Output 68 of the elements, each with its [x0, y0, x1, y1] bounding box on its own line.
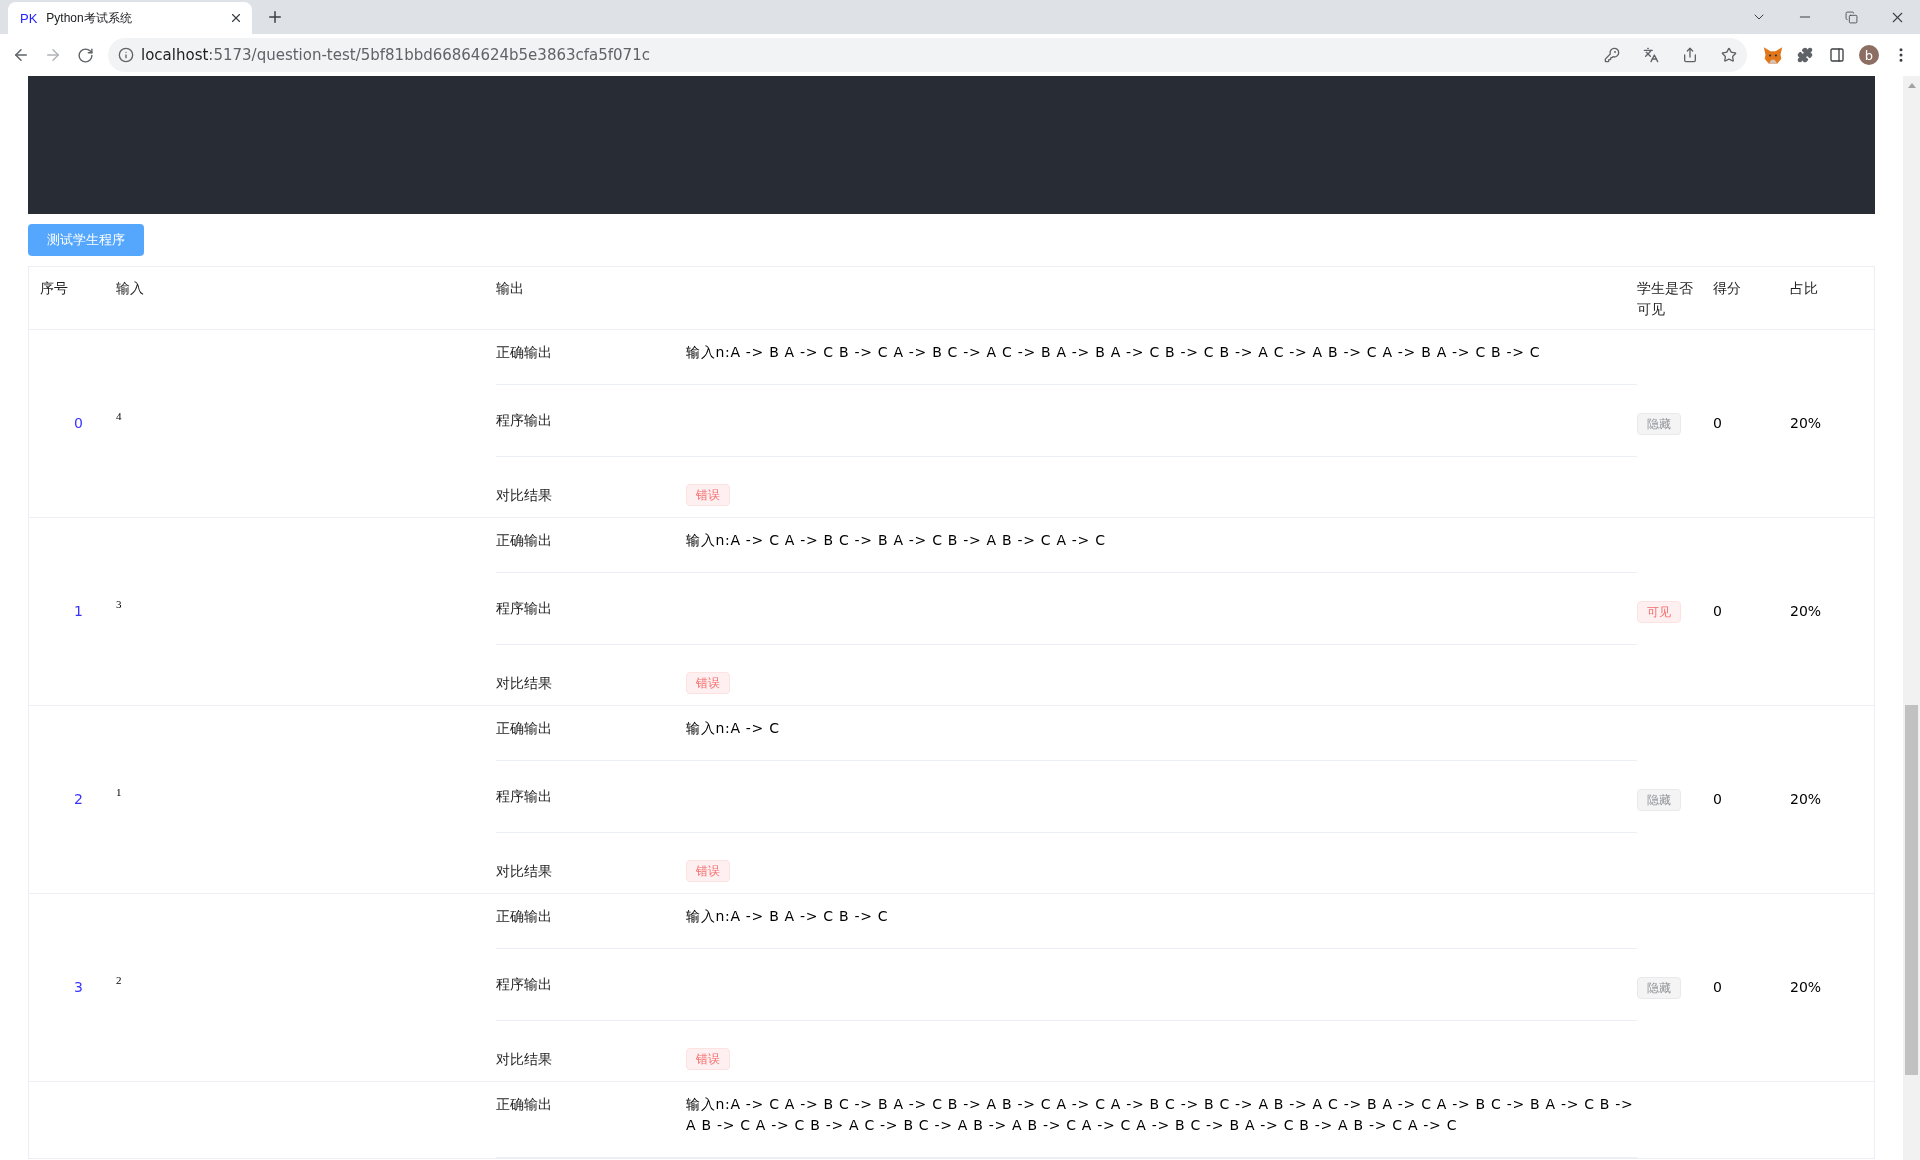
visibility-tag: 隐藏 — [1637, 788, 1681, 811]
column-header: 占比 — [1790, 280, 1818, 296]
address-bar[interactable]: localhost:5173/question-test/5bf81bbd66864624b5e3863cfa5f071c — [108, 38, 1747, 72]
fox-icon[interactable] — [1763, 45, 1783, 65]
column-header: 学生是否可见 — [1637, 280, 1693, 317]
input-value: 1 — [116, 785, 122, 798]
output-text: 输入n:A -> C A -> B C -> B A -> C B -> A B -> C A -> C A -> B C -> B C -> A B -> A C -> B A -> C A -> B C -> B A -> C B -> A B -> C A -> C B -> A C -> B C -> A B -> A B -> C A -> C A -> B C -> B A -> C B -> A B -> C A -> C — [686, 1095, 1635, 1135]
restore-icon[interactable] — [1844, 10, 1858, 24]
result-tag: 错误 — [686, 484, 730, 506]
new-tab-icon[interactable] — [266, 8, 284, 26]
score-value: 0 — [1713, 414, 1722, 433]
output-label: 程序输出 — [496, 787, 553, 806]
output-label: 对比结果 — [496, 673, 553, 693]
output-label: 正确输出 — [496, 907, 553, 926]
visibility-tag: 可见 — [1637, 600, 1681, 623]
profile-avatar[interactable]: b — [1859, 45, 1879, 65]
input-value: 3 — [116, 597, 122, 610]
score-value: 0 — [1713, 978, 1722, 997]
tab-favicon: PK — [20, 10, 38, 26]
share-value: 20% — [1790, 414, 1822, 433]
column-header: 序号 — [40, 280, 68, 296]
output-label: 程序输出 — [496, 599, 553, 618]
reload-icon[interactable] — [76, 46, 94, 64]
column-header: 输入 — [116, 280, 144, 296]
input-value: 4 — [116, 409, 122, 422]
result-tag: 错误 — [686, 860, 730, 882]
row-index: 3 — [73, 978, 84, 997]
output-label: 正确输出 — [496, 719, 553, 738]
result-tag: 错误 — [686, 672, 730, 694]
share-icon[interactable] — [1682, 47, 1698, 63]
output-label: 对比结果 — [496, 861, 553, 881]
row-index: 0 — [73, 414, 84, 433]
output-label: 正确输出 — [496, 1095, 553, 1114]
visibility-tag: 隐藏 — [1637, 412, 1681, 435]
output-label: 对比结果 — [496, 485, 553, 505]
result-tag: 错误 — [686, 1048, 730, 1070]
output-text: 输入n:A -> B A -> C B -> C — [686, 907, 890, 926]
share-value: 20% — [1790, 978, 1822, 997]
key-icon[interactable] — [1604, 47, 1620, 63]
output-label: 对比结果 — [496, 1049, 553, 1069]
score-value: 0 — [1713, 790, 1722, 809]
row-index: 1 — [73, 602, 84, 621]
translate-icon[interactable] — [1643, 47, 1659, 63]
output-label: 程序输出 — [496, 975, 553, 994]
tab-title: Python考试系统 — [46, 9, 133, 27]
output-text: 输入n:A -> B A -> C B -> C A -> B C -> A C -> B A -> B A -> C B -> C B -> A C -> A B -> C A -> B A -> C B -> C — [686, 343, 1542, 362]
side-panel-icon[interactable] — [1829, 47, 1845, 63]
output-label: 正确输出 — [496, 531, 553, 550]
output-text: 输入n:A -> C A -> B C -> B A -> C B -> A B -> C A -> C — [686, 531, 1107, 550]
url-text: localhost:5173/question-test/5bf81bbd66864624b5e3863cfa5f071c — [141, 46, 651, 64]
column-header: 输出 — [496, 280, 524, 296]
browser-tab[interactable]: PK Python考试系统 — [8, 2, 252, 34]
scrollbar[interactable] — [1903, 76, 1920, 1160]
share-value: 20% — [1790, 790, 1822, 809]
input-value: 2 — [116, 973, 122, 986]
info-icon[interactable] — [118, 47, 134, 63]
scrollbar-thumb[interactable] — [1905, 705, 1918, 1075]
column-header: 得分 — [1713, 280, 1741, 296]
visibility-tag: 隐藏 — [1637, 976, 1681, 999]
close-icon[interactable] — [229, 11, 243, 25]
output-text: 输入n:A -> C — [686, 719, 781, 738]
puzzle-icon[interactable] — [1797, 47, 1813, 63]
score-value: 0 — [1713, 602, 1722, 621]
output-label: 程序输出 — [496, 411, 553, 430]
row-index: 2 — [73, 790, 84, 809]
share-value: 20% — [1790, 602, 1822, 621]
star-icon[interactable] — [1721, 47, 1737, 63]
output-label: 正确输出 — [496, 343, 553, 362]
